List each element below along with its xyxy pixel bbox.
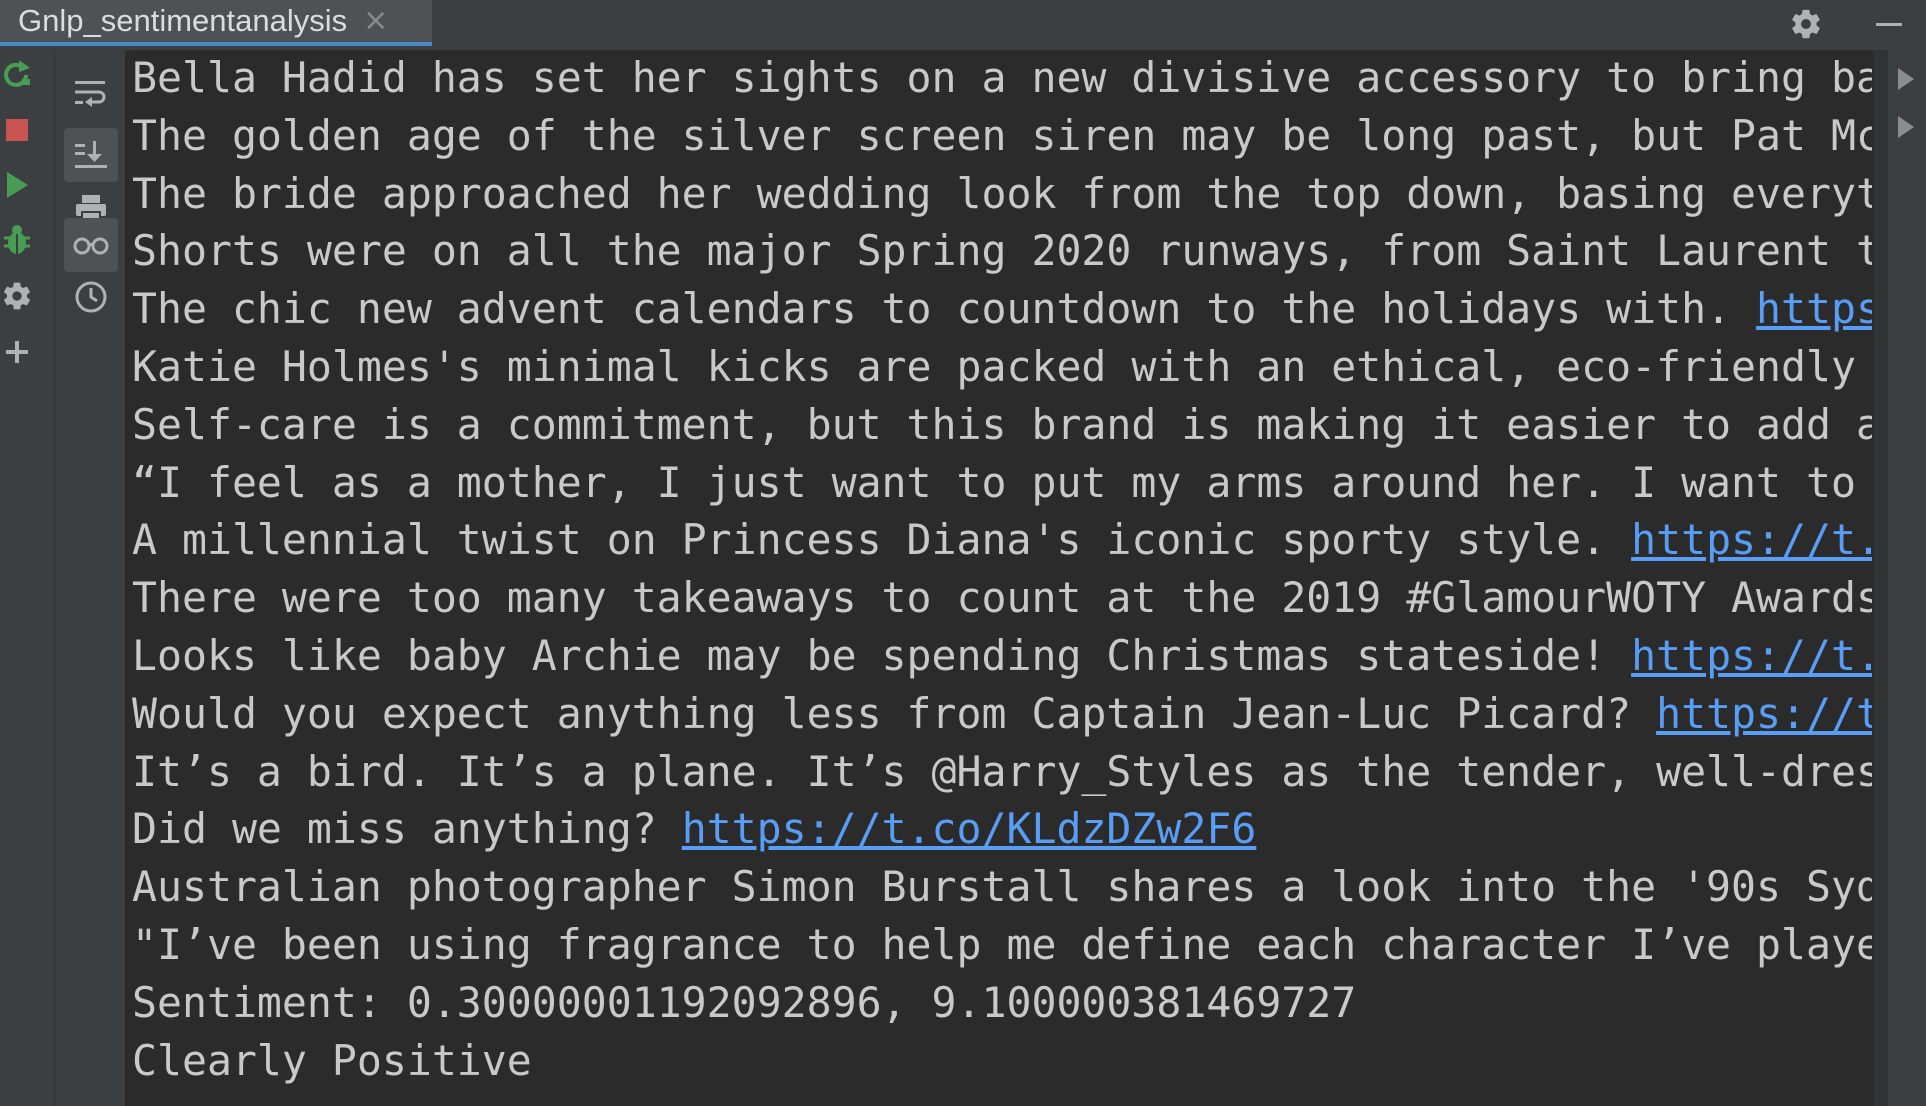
rerun-icon[interactable]	[0, 52, 34, 96]
scroll-to-end-icon[interactable]	[64, 128, 118, 182]
console-link[interactable]: https://t.co	[1656, 689, 1872, 738]
console-line: Did we miss anything? https://t.co/KLdzD…	[132, 801, 1256, 857]
console-line: Sentiment: 0.30000001192092896, 9.100000…	[132, 975, 1356, 1031]
tab-bar: Gnlp_sentimentanalysis ×	[0, 0, 1926, 51]
console-line-text: The chic new advent calendars to countdo…	[132, 284, 1757, 334]
console-link[interactable]: https://t.co/	[1631, 515, 1872, 564]
run-icon[interactable]	[0, 163, 34, 207]
console-line-text: A millennial twist on Princess Diana's i…	[132, 515, 1632, 565]
settings-icon[interactable]	[0, 274, 34, 318]
run-toolbar	[0, 50, 55, 1106]
console-line-text: There were too many takeaways to count a…	[132, 573, 1872, 623]
console-line-text: Shorts were on all the major Spring 2020…	[132, 226, 1872, 276]
console-line: Katie Holmes's minimal kicks are packed …	[132, 339, 1872, 395]
tab-title: Gnlp_sentimentanalysis	[18, 3, 348, 38]
console-line-text: Katie Holmes's minimal kicks are packed …	[132, 342, 1872, 391]
console-line: The chic new advent calendars to countdo…	[132, 281, 1872, 337]
scrollbar[interactable]	[1874, 50, 1888, 1106]
console-line: “I feel as a mother, I just want to put …	[132, 455, 1872, 511]
console-line-text: Looks like baby Archie may be spending C…	[132, 631, 1632, 680]
stop-icon[interactable]	[0, 108, 34, 152]
console-line-text: Did we miss anything?	[132, 804, 682, 854]
console-line-text: Bella Hadid has set her sights on a new …	[132, 53, 1872, 102]
console-line-text: Would you expect anything less from Capt…	[132, 688, 1657, 738]
tab-gnlp-sentimentanalysis[interactable]: Gnlp_sentimentanalysis ×	[0, 0, 432, 46]
expand-arrow-icon[interactable]	[1898, 68, 1914, 90]
console-line: The bride approached her wedding look fr…	[132, 166, 1872, 222]
console-line-text: Sentiment: 0.30000001192092896, 9.100000…	[132, 977, 1357, 1027]
console-link[interactable]: https://	[1756, 284, 1872, 333]
console-line-text: Clearly Positive	[132, 1035, 532, 1085]
console-line: Australian photographer Simon Burstall s…	[132, 859, 1872, 915]
console-line: It’s a bird. It’s a plane. It’s @Harry_S…	[132, 744, 1872, 800]
console-line: Bella Hadid has set her sights on a new …	[132, 50, 1872, 106]
run-tool-window: Gnlp_sentimentanalysis × Bella Hadid has…	[0, 0, 1926, 1106]
console-output[interactable]: Bella Hadid has set her sights on a new …	[132, 50, 1872, 1106]
tab-bar-actions	[1786, 0, 1926, 48]
console-link[interactable]: https://t.co/	[1631, 631, 1872, 680]
gear-icon[interactable]	[1786, 4, 1826, 44]
console-line: There were too many takeaways to count a…	[132, 570, 1872, 626]
console-line: The golden age of the silver screen sire…	[132, 108, 1872, 164]
console-line: Clearly Positive	[132, 1033, 532, 1089]
console-line-text: It’s a bird. It’s a plane. It’s @Harry_S…	[132, 746, 1872, 796]
history-icon[interactable]	[64, 270, 118, 324]
console-line-text: The bride approached her wedding look fr…	[132, 168, 1872, 218]
view-icon[interactable]	[64, 218, 118, 272]
debug-icon[interactable]	[0, 218, 34, 262]
console-line: "I’ve been using fragrance to help me de…	[132, 917, 1872, 973]
add-icon[interactable]	[0, 330, 34, 374]
console-line: Self-care is a commitment, but this bran…	[132, 397, 1872, 453]
console-line-text: Self-care is a commitment, but this bran…	[132, 399, 1872, 449]
console-line: Shorts were on all the major Spring 2020…	[132, 223, 1872, 279]
console-line: A millennial twist on Princess Diana's i…	[132, 512, 1872, 568]
right-side-strip	[1888, 50, 1926, 1106]
soft-wrap-icon[interactable]	[64, 66, 118, 120]
console-link[interactable]: https://t.co/KLdzDZw2F6	[682, 804, 1257, 853]
console-line-text: "I’ve been using fragrance to help me de…	[132, 920, 1872, 969]
console-line-text: Australian photographer Simon Burstall s…	[132, 862, 1872, 912]
console-toolbar	[55, 50, 125, 1106]
console-line-text: “I feel as a mother, I just want to put …	[132, 457, 1872, 507]
minimize-icon[interactable]	[1872, 4, 1906, 44]
close-icon[interactable]: ×	[363, 6, 388, 36]
console-line: Looks like baby Archie may be spending C…	[132, 628, 1872, 684]
console-line-text: The golden age of the silver screen sire…	[132, 110, 1872, 160]
console-line: Would you expect anything less from Capt…	[132, 686, 1872, 742]
expand-arrow-icon[interactable]	[1898, 116, 1914, 138]
